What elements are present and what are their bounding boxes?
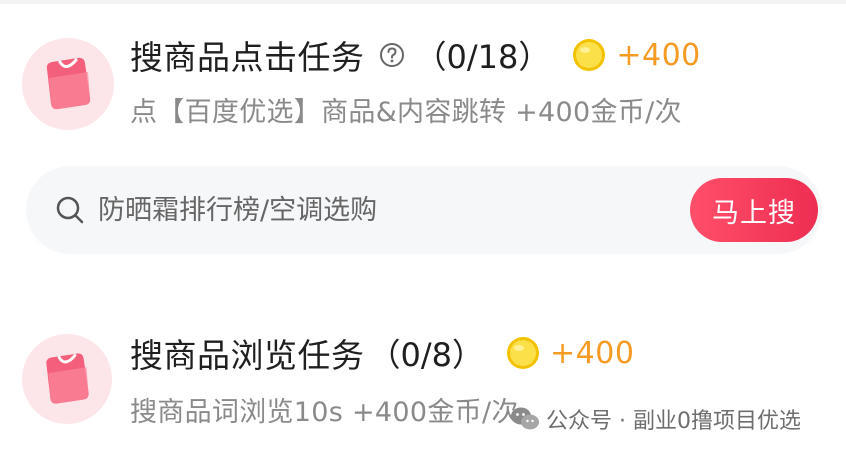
search-bar: 马上搜	[26, 166, 822, 254]
coin-icon	[506, 336, 540, 370]
watermark-text: 公众号 · 副业0撸项目优选	[546, 409, 801, 434]
task-title-row: 搜商品点击任务 （0/18） +400	[130, 30, 701, 80]
task-card-click[interactable]: 搜商品点击任务 （0/18） +400 点【百度优选】商品&内容跳转 +400金…	[0, 30, 846, 130]
shopping-bag-icon	[22, 38, 114, 130]
shopping-bag-icon	[22, 334, 112, 424]
task-description: 搜商品词浏览10s +400金币/次	[130, 397, 519, 428]
watermark: 公众号 · 副业0撸项目优选	[510, 402, 801, 436]
top-divider	[0, 0, 846, 4]
search-icon	[54, 194, 86, 226]
coin-icon	[572, 38, 606, 72]
task-progress: （0/18）	[414, 38, 551, 76]
task-title: 搜商品点击任务	[130, 38, 365, 77]
task-description: 点【百度优选】商品&内容跳转 +400金币/次	[130, 97, 682, 128]
task-reward: +400	[550, 335, 635, 371]
task-title: 搜商品浏览任务	[130, 336, 365, 375]
help-icon[interactable]	[379, 42, 405, 68]
search-button[interactable]: 马上搜	[690, 178, 818, 242]
task-title-row: 搜商品浏览任务 （0/8） +400	[130, 328, 634, 378]
task-progress: （0/8）	[368, 336, 485, 374]
task-reward: +400	[616, 37, 701, 73]
search-input[interactable]	[98, 166, 658, 254]
wechat-icon	[510, 406, 540, 432]
